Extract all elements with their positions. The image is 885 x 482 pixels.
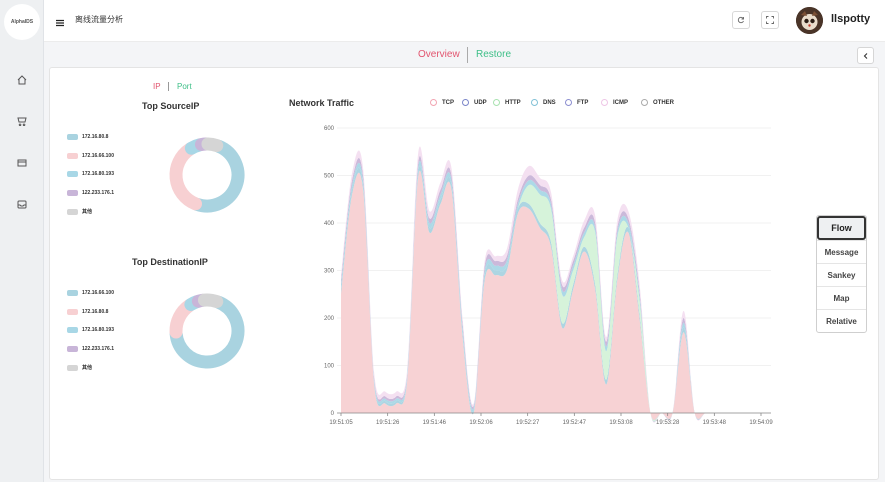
tab-overview[interactable]: Overview	[418, 49, 460, 60]
side-menu-item-message[interactable]: Message	[817, 240, 866, 263]
collapse-button[interactable]	[857, 47, 874, 64]
chevron-left-icon	[863, 52, 867, 59]
y-tick-label: 500	[324, 174, 335, 180]
tab-restore[interactable]: Restore	[476, 49, 511, 60]
y-tick-label: 200	[324, 316, 335, 322]
inbox-icon[interactable]	[14, 197, 30, 211]
network-traffic-chart: 0 100 200 300 400 500 600 19:51:05 19:51:26 19:51…	[324, 126, 773, 426]
page-title: 离线流量分析	[75, 15, 123, 24]
fullscreen-icon	[766, 16, 774, 24]
x-tick-label: 19:53:48	[703, 420, 727, 426]
username[interactable]: llspotty	[831, 13, 870, 25]
tab-divider	[467, 47, 468, 63]
sidebar: AlphaIDS	[0, 0, 44, 482]
home-icon[interactable]	[14, 73, 30, 87]
side-menu-item-relative[interactable]: Relative	[817, 309, 866, 332]
side-menu-item-sankey[interactable]: Sankey	[817, 263, 866, 286]
refresh-icon	[737, 16, 744, 24]
app-root: AlphaIDS 离线流量分析 llspotty Overview Restor…	[0, 0, 885, 482]
x-tick-label: 19:53:08	[609, 420, 633, 426]
refresh-button[interactable]	[732, 11, 750, 29]
view-tabs: Overview Restore	[0, 47, 885, 65]
x-tick-label: 19:52:27	[516, 420, 540, 426]
y-tick-label: 0	[331, 411, 335, 417]
x-tick-label: 19:53:28	[656, 420, 680, 426]
y-tick-label: 100	[324, 364, 335, 370]
x-tick-label: 19:54:09	[749, 420, 773, 426]
menu-icon[interactable]	[56, 14, 66, 27]
side-menu: Flow Message Sankey Map Relative	[816, 215, 867, 333]
x-tick-label: 19:52:06	[469, 420, 493, 426]
y-tick-label: 300	[324, 269, 335, 275]
top-bar: 离线流量分析 llspotty	[44, 0, 885, 42]
side-menu-item-flow[interactable]: Flow	[817, 216, 866, 240]
logo-text: AlphaIDS	[10, 19, 34, 25]
y-tick-label: 600	[324, 126, 335, 132]
x-tick-label: 19:51:26	[376, 420, 400, 426]
side-menu-item-map[interactable]: Map	[817, 286, 866, 309]
y-tick-label: 400	[324, 221, 335, 227]
x-tick-label: 19:52:47	[563, 420, 587, 426]
x-tick-label: 19:51:46	[423, 420, 447, 426]
cart-icon[interactable]	[14, 114, 30, 128]
avatar[interactable]	[796, 7, 823, 34]
x-tick-label: 19:51:05	[329, 420, 353, 426]
box-icon[interactable]	[14, 155, 30, 169]
main-panel: IP Port Top SourceIP 172.16.80.8 172.16.6…	[49, 67, 879, 480]
fullscreen-button[interactable]	[761, 11, 779, 29]
logo: AlphaIDS	[4, 4, 40, 40]
